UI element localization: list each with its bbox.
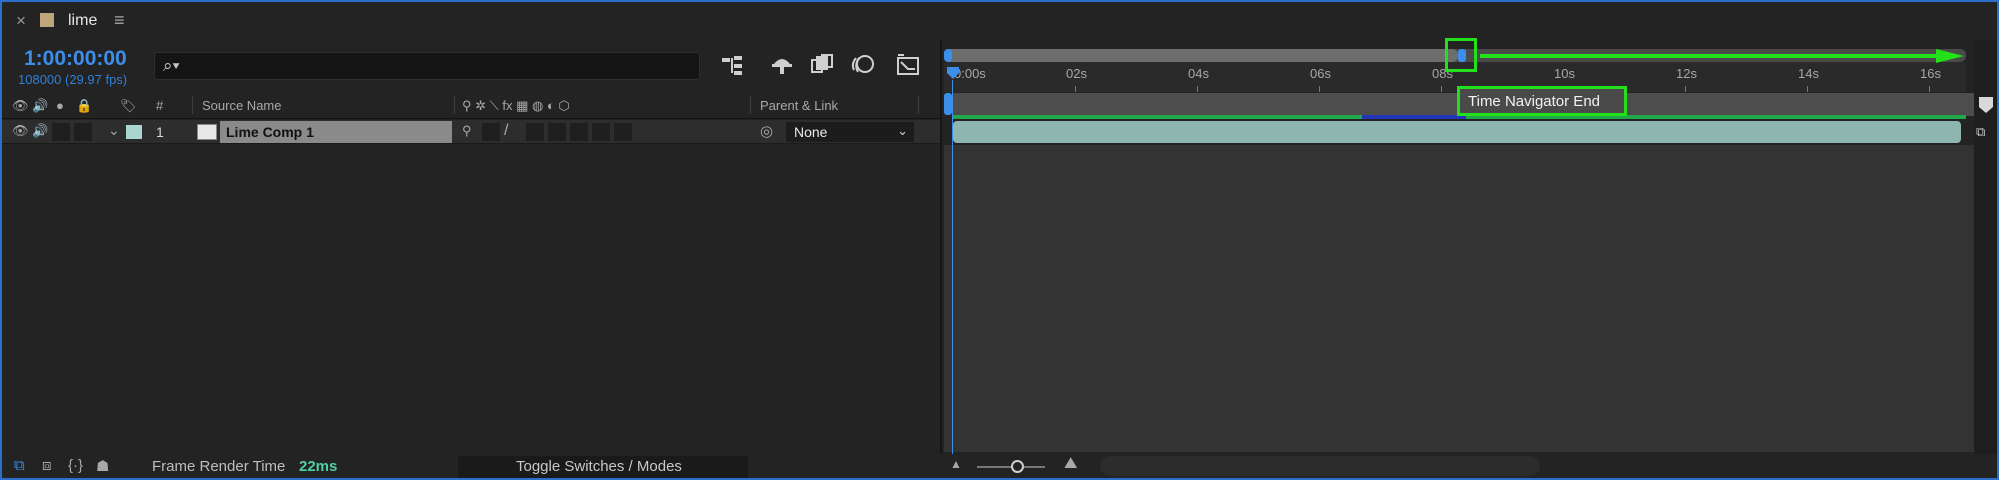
composition-mini-flowchart-icon[interactable] [720, 52, 748, 78]
parent-value: None [794, 124, 828, 140]
motion-blur-switch[interactable] [570, 123, 588, 141]
search-icon: ⌕▾ [163, 56, 180, 75]
layer-search-input[interactable]: ⌕▾ [154, 52, 700, 80]
collapse-switch[interactable] [482, 123, 500, 141]
layer-name: Lime Comp 1 [226, 124, 314, 140]
time-navigator-start-handle[interactable] [944, 49, 952, 62]
frame-blending-icon[interactable] [808, 52, 836, 78]
toggle-switches-modes-label: Toggle Switches / Modes [516, 458, 682, 475]
parent-dropdown[interactable]: None ⌄ [786, 122, 914, 142]
zoom-in-icon[interactable]: ⛰ [1064, 455, 1077, 473]
comp-color-swatch [40, 13, 54, 27]
annotation-label-box: Time Navigator End [1457, 86, 1627, 116]
frame-blend-switch[interactable] [548, 123, 566, 141]
quality-switch-icon[interactable]: / [504, 122, 508, 140]
ruler-label: 10s [1554, 66, 1575, 81]
video-toggle-header-icon[interactable]: 👁 [12, 98, 29, 114]
audio-toggle-header-icon[interactable]: 🔊 [32, 98, 48, 114]
ruler-label: 04s [1188, 66, 1209, 81]
layer-duration-bar[interactable] [953, 121, 1961, 143]
frame-count-fps: 108000 (29.97 fps) [18, 72, 128, 87]
shy-switch-icon[interactable]: ⚲ [462, 123, 472, 139]
comp-button-icon[interactable]: ⧉ [1976, 124, 1996, 140]
hide-shy-layers-icon[interactable] [768, 52, 796, 78]
ruler-label: 02s [1066, 66, 1087, 81]
layer-list-empty-area[interactable] [2, 145, 940, 452]
frame-render-time-value: 22ms [299, 458, 338, 475]
ruler-label: 12s [1676, 66, 1697, 81]
toggle-switches-modes-button[interactable]: Toggle Switches / Modes [458, 456, 748, 478]
comp-marker-bin-icon[interactable] [1978, 96, 1994, 114]
tab-title[interactable]: lime [68, 12, 97, 30]
lock-switch[interactable] [74, 123, 92, 141]
ruler-label: 16s [1920, 66, 1941, 81]
label-tag-header-icon[interactable]: 🏷 [120, 98, 137, 114]
source-name-header[interactable]: Source Name [202, 98, 281, 113]
layer-row[interactable]: 👁 🔊 ⌄ 1 Lime Comp 1 ⚲ / ◎ None ⌄ [2, 120, 940, 144]
effect-switch[interactable] [526, 123, 544, 141]
composition-icon [197, 124, 217, 140]
layer-column-headers: 👁 🔊 ● 🔒 🏷 # Source Name ⚲ ✲ ⟍ fx ▦ ◍ ◐ ⬡… [2, 93, 940, 119]
layer-switches-pane-icon[interactable]: ⧉ [14, 457, 25, 474]
pick-whip-icon[interactable]: ◎ [760, 122, 773, 140]
panel-menu-icon[interactable]: ≡ [114, 10, 125, 31]
solo-switch[interactable] [52, 123, 70, 141]
time-navigator-range[interactable] [944, 49, 1458, 62]
timeline-horizontal-scrollbar[interactable] [1100, 456, 1540, 476]
zoom-slider-knob[interactable] [1011, 460, 1024, 473]
layer-label-color[interactable] [126, 125, 142, 139]
motion-blur-icon[interactable] [848, 52, 876, 78]
layer-name-field[interactable]: Lime Comp 1 [220, 121, 452, 143]
expand-layer-chevron-icon[interactable]: ⌄ [108, 122, 120, 139]
ruler-label: 14s [1798, 66, 1819, 81]
annotation-arrow-icon [1480, 48, 1964, 64]
panel-divider[interactable] [940, 40, 942, 454]
close-tab-icon[interactable]: × [16, 11, 26, 31]
timeline-bottom-bar: ⧉ ⧈ {·} ☗ Frame Render Time 22ms Toggle … [2, 454, 1997, 478]
chevron-down-icon: ⌄ [897, 123, 908, 138]
parent-link-header[interactable]: Parent & Link [760, 98, 838, 113]
panel-tab-bar: × lime ≡ [2, 2, 1997, 40]
timeline-empty-area[interactable] [944, 145, 1974, 452]
solo-header-icon[interactable]: ● [56, 98, 64, 113]
annotation-highlight-box [1445, 38, 1477, 72]
cache-indicator-blue [1362, 115, 1466, 119]
adjustment-switch[interactable] [592, 123, 610, 141]
frame-render-time-label: Frame Render Time [152, 458, 286, 475]
render-time-pane-icon[interactable]: ☗ [96, 457, 109, 475]
ruler-label: 06s [1310, 66, 1331, 81]
work-area-start-handle[interactable] [944, 93, 952, 115]
audio-speaker-icon[interactable]: 🔊 [32, 123, 48, 139]
zoom-out-icon[interactable]: ▲ [950, 457, 962, 471]
lock-header-icon[interactable]: 🔒 [76, 98, 92, 114]
annotation-label: Time Navigator End [1468, 93, 1600, 110]
in-out-pane-icon[interactable]: {·} [68, 457, 83, 474]
transfer-controls-pane-icon[interactable]: ⧈ [42, 457, 52, 474]
video-visibility-eye-icon[interactable]: 👁 [12, 123, 29, 139]
current-time-indicator-head-icon[interactable] [946, 66, 960, 80]
3d-layer-switch[interactable] [614, 123, 632, 141]
graph-editor-icon[interactable] [894, 52, 922, 78]
layer-switches-header-icons[interactable]: ⚲ ✲ ⟍ fx ▦ ◍ ◐ ⬡ [462, 98, 570, 114]
layer-number-header[interactable]: # [156, 98, 163, 113]
current-time-display[interactable]: 1:00:00:00 [24, 47, 127, 71]
timeline-panel: × lime ≡ 1:00:00:00 108000 (29.97 fps) ⌕… [0, 0, 1999, 480]
current-time-indicator-line[interactable] [952, 80, 953, 454]
layer-number: 1 [156, 124, 164, 140]
